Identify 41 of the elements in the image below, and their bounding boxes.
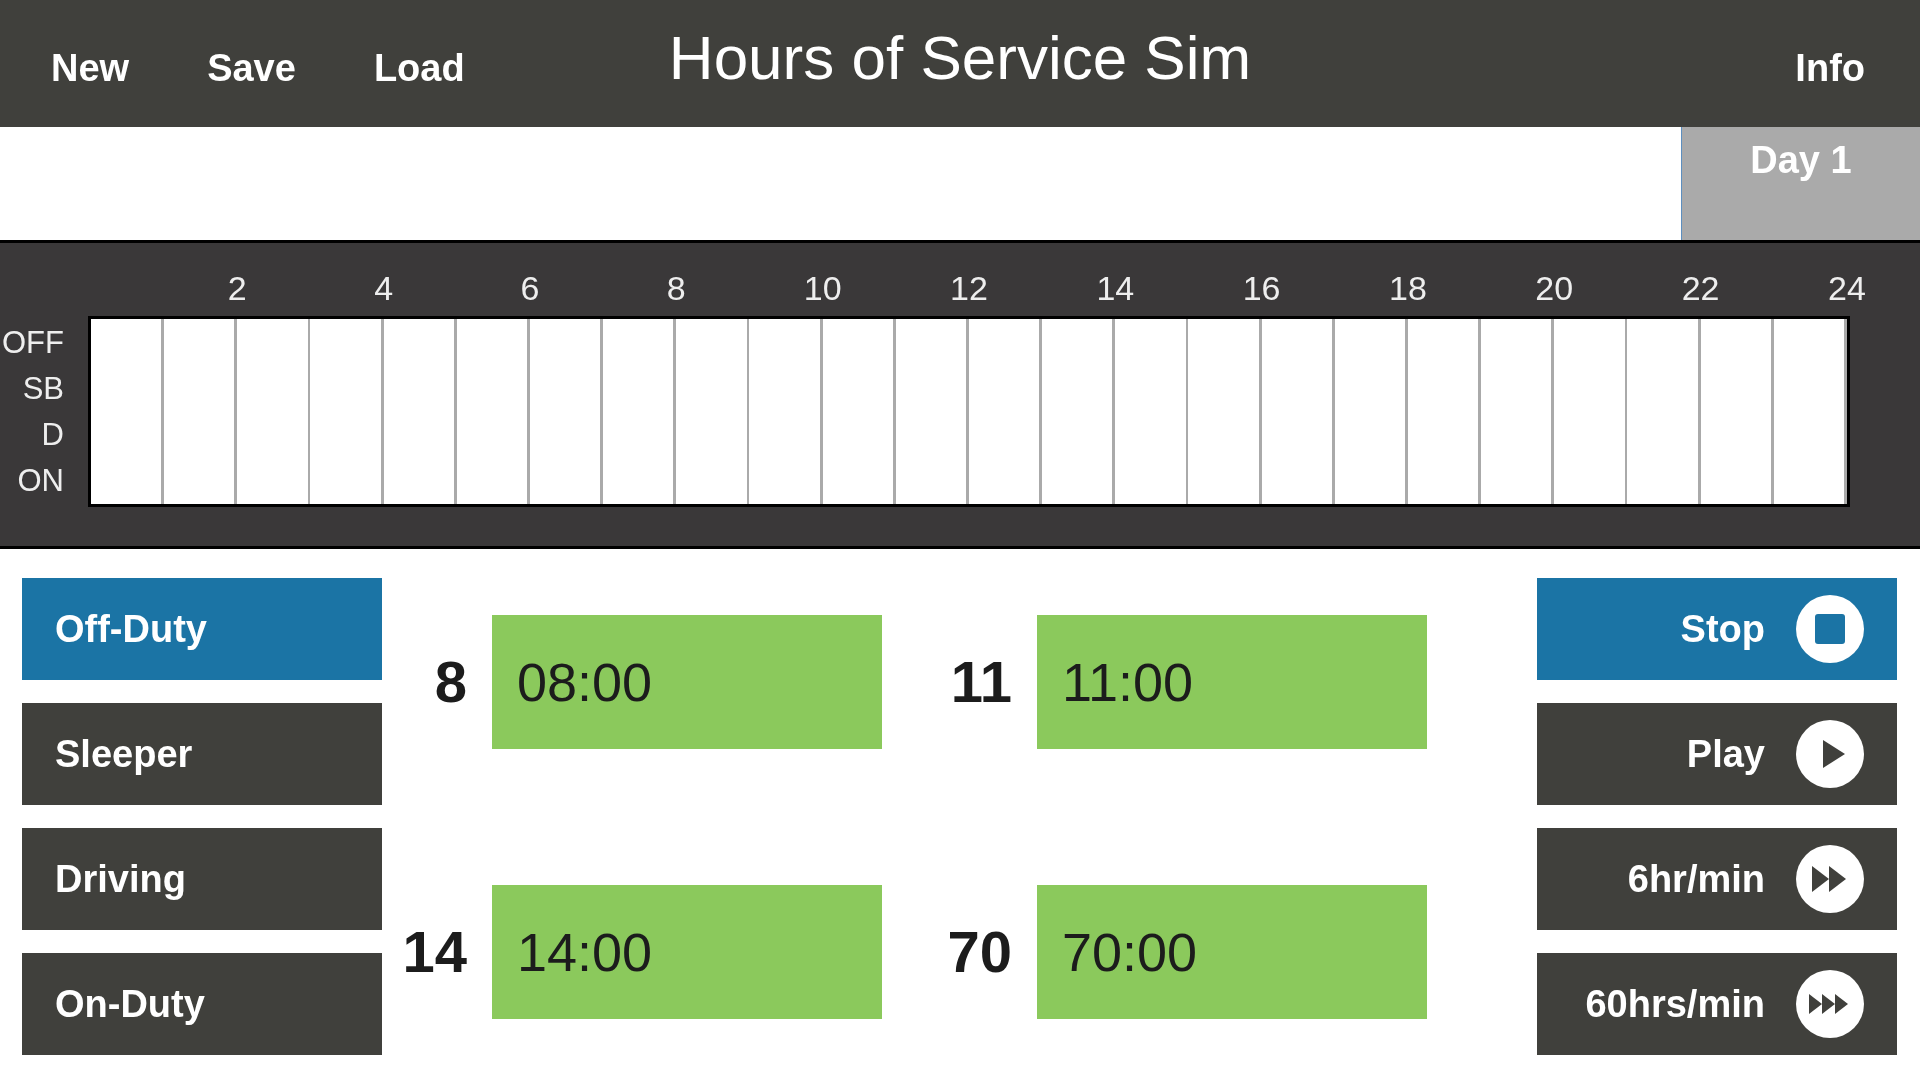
menu-button[interactable]: Load bbox=[357, 39, 481, 98]
hour-label: 16 bbox=[1242, 271, 1281, 305]
duty-status-button[interactable]: On-Duty bbox=[22, 953, 382, 1055]
hour-label: 22 bbox=[1681, 271, 1720, 305]
hour-label: 6 bbox=[520, 271, 540, 305]
hour-label: 8 bbox=[666, 271, 686, 305]
hour-label: 4 bbox=[374, 271, 394, 305]
timer-limit-label: 70 bbox=[947, 923, 1012, 981]
menu-button[interactable]: Save bbox=[191, 39, 312, 98]
speed-button[interactable]: 60hrs/min bbox=[1537, 953, 1897, 1055]
duty-status-label: SB bbox=[22, 372, 64, 404]
duty-status-label: ON bbox=[17, 465, 64, 497]
duty-status-label: D bbox=[41, 419, 64, 451]
timer-display: 08:00 bbox=[492, 615, 882, 749]
play-icon bbox=[1796, 720, 1864, 788]
hour-label: 12 bbox=[950, 271, 988, 305]
timer-display: 70:00 bbox=[1037, 885, 1427, 1019]
fast-forward-icon bbox=[1796, 845, 1864, 913]
duty-status-button[interactable]: Off-Duty bbox=[22, 578, 382, 680]
app-title: Hours of Service Sim bbox=[668, 22, 1252, 93]
timer-limit-label: 14 bbox=[402, 923, 467, 981]
menu-button[interactable]: New bbox=[35, 39, 146, 98]
speed-button[interactable]: 6hr/min bbox=[1537, 828, 1897, 930]
timer-display: 11:00 bbox=[1037, 615, 1427, 749]
stop-button[interactable]: Stop bbox=[1537, 578, 1897, 680]
timer-limit-label: 8 bbox=[434, 653, 467, 711]
hour-label: 2 bbox=[227, 271, 247, 305]
triple-fast-forward-icon bbox=[1796, 970, 1864, 1038]
info-button[interactable]: Info bbox=[1779, 39, 1881, 98]
duty-status-label: OFF bbox=[2, 326, 64, 358]
hour-label: 24 bbox=[1828, 271, 1866, 305]
play-button[interactable]: Play bbox=[1537, 703, 1897, 805]
duty-status-button[interactable]: Driving bbox=[22, 828, 382, 930]
hour-label: 18 bbox=[1389, 271, 1427, 305]
timer-limit-label: 11 bbox=[950, 653, 1012, 711]
hour-label: 14 bbox=[1096, 271, 1135, 305]
hour-label: 10 bbox=[803, 271, 842, 305]
stop-icon bbox=[1796, 595, 1864, 663]
hour-label: 20 bbox=[1535, 271, 1574, 305]
duty-status-button[interactable]: Sleeper bbox=[22, 703, 382, 805]
timer-display: 14:00 bbox=[492, 885, 882, 1019]
